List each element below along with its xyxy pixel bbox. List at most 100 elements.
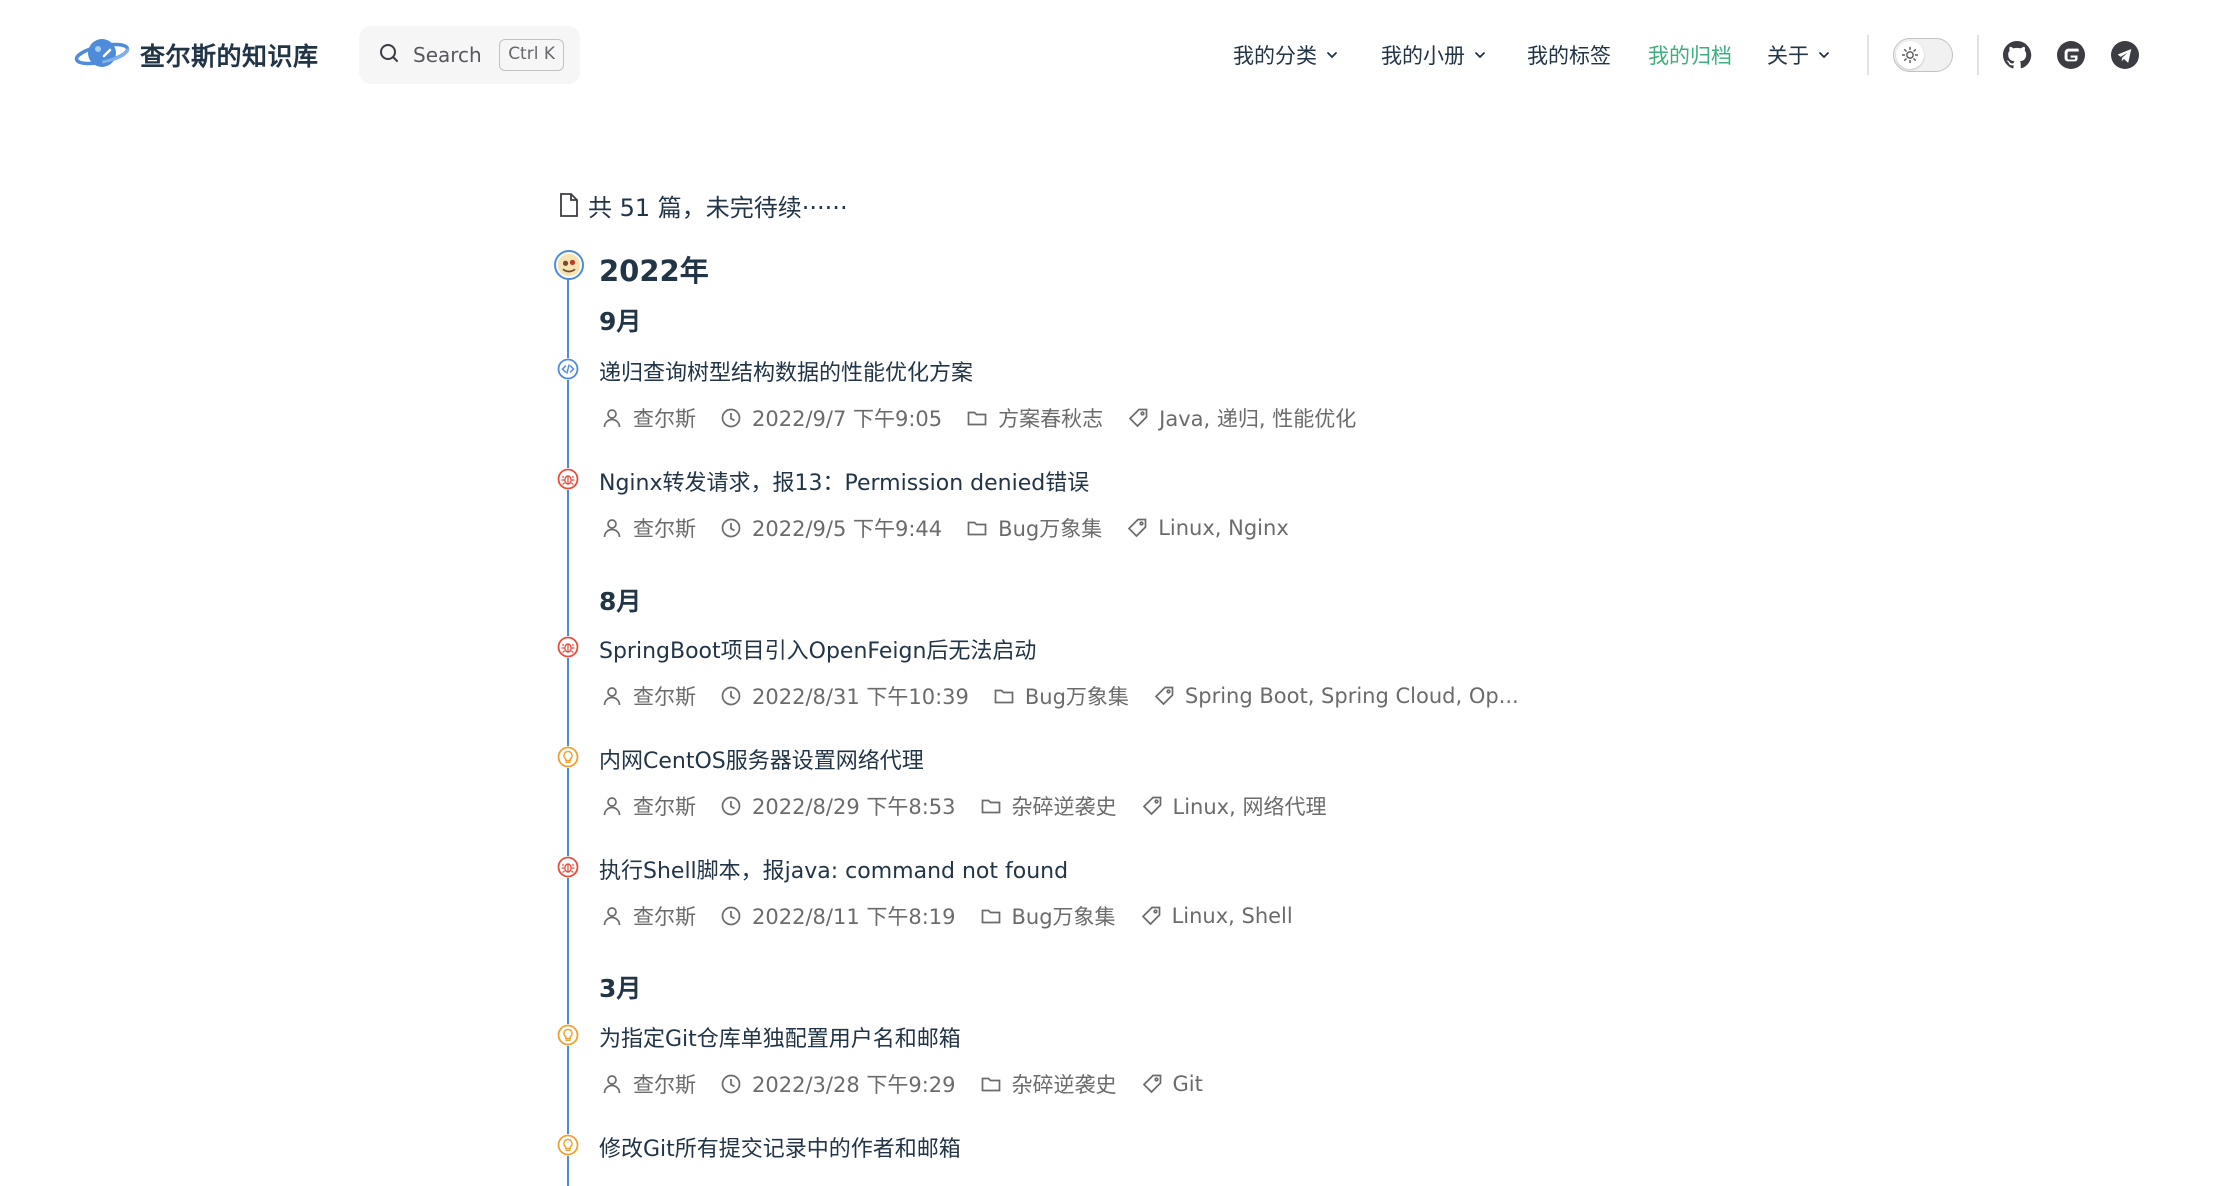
tag-icon <box>1142 1074 1161 1094</box>
author-name: 查尔斯 <box>633 685 696 709</box>
site-logo-link[interactable]: 查尔斯的知识库 <box>74 34 319 76</box>
archive-summary: 共 51 篇，未完待续······ <box>558 188 848 222</box>
category-text: 杂碎逆袭史 <box>1011 795 1117 819</box>
nav-item-categories[interactable]: 我的分类 <box>1233 32 1339 78</box>
post-category[interactable]: 杂碎逆袭史 <box>980 791 1117 821</box>
bulb-icon <box>557 1024 579 1046</box>
github-icon <box>2003 41 2032 69</box>
folder-icon <box>981 799 1000 814</box>
theme-toggle-switch[interactable] <box>1893 38 1953 72</box>
clock-icon <box>721 686 741 706</box>
post-author[interactable]: 查尔斯 <box>601 513 696 543</box>
post-author[interactable]: 查尔斯 <box>601 1069 696 1099</box>
post-node <box>557 856 579 878</box>
post-tags[interactable]: Git <box>1141 1072 1203 1096</box>
date-text: 2022/8/29 下午8:53 <box>752 795 956 819</box>
tags-text: Git <box>1172 1072 1203 1096</box>
post-tags[interactable]: Linux, 网络代理 <box>1141 791 1326 821</box>
date-text: 2022/9/7 下午9:05 <box>752 407 943 431</box>
folder-icon <box>981 909 1000 924</box>
post-node <box>557 746 579 768</box>
switch-knob <box>1896 41 1924 69</box>
user-icon <box>603 797 621 816</box>
post-author[interactable]: 查尔斯 <box>601 791 696 821</box>
post-tags[interactable]: Linux, Shell <box>1140 904 1293 928</box>
top-nav-bar: 查尔斯的知识库 Search Ctrl K 我的分类 我的小册 我的标签 我的归… <box>0 0 2217 110</box>
nav-item-tags[interactable]: 我的标签 <box>1527 32 1611 78</box>
tag-icon <box>1128 518 1147 538</box>
user-icon <box>603 1075 621 1094</box>
post-node <box>557 1134 579 1156</box>
nav-item-booklets[interactable]: 我的小册 <box>1381 32 1487 78</box>
clock-icon <box>721 796 741 816</box>
folder-icon <box>967 411 987 426</box>
gitee-link[interactable] <box>2054 38 2088 72</box>
post-node <box>557 1024 579 1046</box>
nav-label: 我的分类 <box>1233 44 1317 68</box>
post-category[interactable]: Bug万象集 <box>993 681 1129 711</box>
post-category[interactable]: Bug万象集 <box>980 901 1116 931</box>
post-meta: 查尔斯 2022/9/5 下午9:44 Bug万象集 Linux, Nginx <box>601 513 1313 543</box>
post-node <box>557 636 579 658</box>
post-author[interactable]: 查尔斯 <box>601 681 696 711</box>
nav-item-archives[interactable]: 我的归档 <box>1648 32 1732 78</box>
post-tags[interactable]: Spring Boot, Spring Cloud, Op... <box>1153 684 1519 708</box>
post-date: 2022/9/5 下午9:44 <box>720 513 942 543</box>
post-date: 2022/3/28 下午9:29 <box>720 1069 956 1099</box>
category-text: 杂碎逆袭史 <box>1011 1073 1117 1097</box>
nav-item-about[interactable]: 关于 <box>1767 32 1831 78</box>
timeline-line <box>567 262 569 1186</box>
date-text: 2022/8/31 下午10:39 <box>752 685 969 709</box>
github-link[interactable] <box>2000 38 2034 72</box>
post-title-link[interactable]: 执行Shell脚本，报java: command not found <box>599 853 1068 885</box>
chevron-down-icon <box>1475 52 1485 59</box>
post-meta: 查尔斯 2022/8/31 下午10:39 Bug万象集 Spring Boot… <box>601 681 1543 711</box>
bulb-icon <box>557 746 579 768</box>
author-name: 查尔斯 <box>633 795 696 819</box>
avatar-icon <box>557 253 581 277</box>
telegram-link[interactable] <box>2108 38 2142 72</box>
clock-icon <box>721 1074 741 1094</box>
tag-icon <box>1128 408 1148 428</box>
folder-icon <box>967 521 987 536</box>
post-author[interactable]: 查尔斯 <box>601 403 696 433</box>
folder-icon <box>994 689 1014 704</box>
user-icon <box>603 907 621 926</box>
document-icon <box>560 193 578 217</box>
tags-text: Linux, Nginx <box>1158 516 1289 540</box>
post-title-link[interactable]: Nginx转发请求，报13：Permission denied错误 <box>599 465 1089 497</box>
clock-icon <box>721 906 741 926</box>
bug-icon <box>557 856 579 878</box>
nav-label: 我的归档 <box>1648 44 1732 68</box>
gitee-icon <box>2057 41 2085 69</box>
date-text: 2022/9/5 下午9:44 <box>752 517 943 541</box>
post-title-link[interactable]: 为指定Git仓库单独配置用户名和邮箱 <box>599 1021 961 1053</box>
nav-label: 关于 <box>1767 44 1809 68</box>
tag-icon <box>1154 686 1174 706</box>
post-category[interactable]: 杂碎逆袭史 <box>980 1069 1117 1099</box>
post-tags[interactable]: Linux, Nginx <box>1126 516 1289 540</box>
post-tags[interactable]: Java, 递归, 性能优化 <box>1127 403 1356 433</box>
post-date: 2022/8/29 下午8:53 <box>720 791 956 821</box>
post-meta: 查尔斯 2022/9/7 下午9:05 方案春秋志 Java, 递归, 性能优化 <box>601 403 1380 433</box>
search-button[interactable]: Search Ctrl K <box>359 26 580 84</box>
year-avatar <box>554 250 584 280</box>
post-title-link[interactable]: 内网CentOS服务器设置网络代理 <box>599 743 924 775</box>
post-node <box>557 358 579 380</box>
post-category[interactable]: 方案春秋志 <box>966 403 1103 433</box>
author-name: 查尔斯 <box>633 1073 696 1097</box>
post-meta: 查尔斯 2022/8/29 下午8:53 杂碎逆袭史 Linux, 网络代理 <box>601 791 1350 821</box>
chevron-down-icon <box>1819 52 1829 59</box>
date-text: 2022/8/11 下午8:19 <box>752 905 956 929</box>
tags-text: Java, 递归, 性能优化 <box>1159 407 1357 431</box>
nav-label: 我的标签 <box>1527 44 1611 68</box>
post-author[interactable]: 查尔斯 <box>601 901 696 931</box>
summary-text: 共 51 篇，未完待续······ <box>588 193 848 222</box>
bulb-icon <box>557 1134 579 1156</box>
post-title-link[interactable]: 修改Git所有提交记录中的作者和邮箱 <box>599 1131 961 1163</box>
post-title-link[interactable]: SpringBoot项目引入OpenFeign后无法启动 <box>599 633 1036 665</box>
nav-divider <box>1867 35 1869 75</box>
post-meta: 查尔斯 2022/3/28 下午9:29 杂碎逆袭史 Git <box>601 1069 1227 1099</box>
post-title-link[interactable]: 递归查询树型结构数据的性能优化方案 <box>599 355 973 387</box>
post-category[interactable]: Bug万象集 <box>966 513 1102 543</box>
